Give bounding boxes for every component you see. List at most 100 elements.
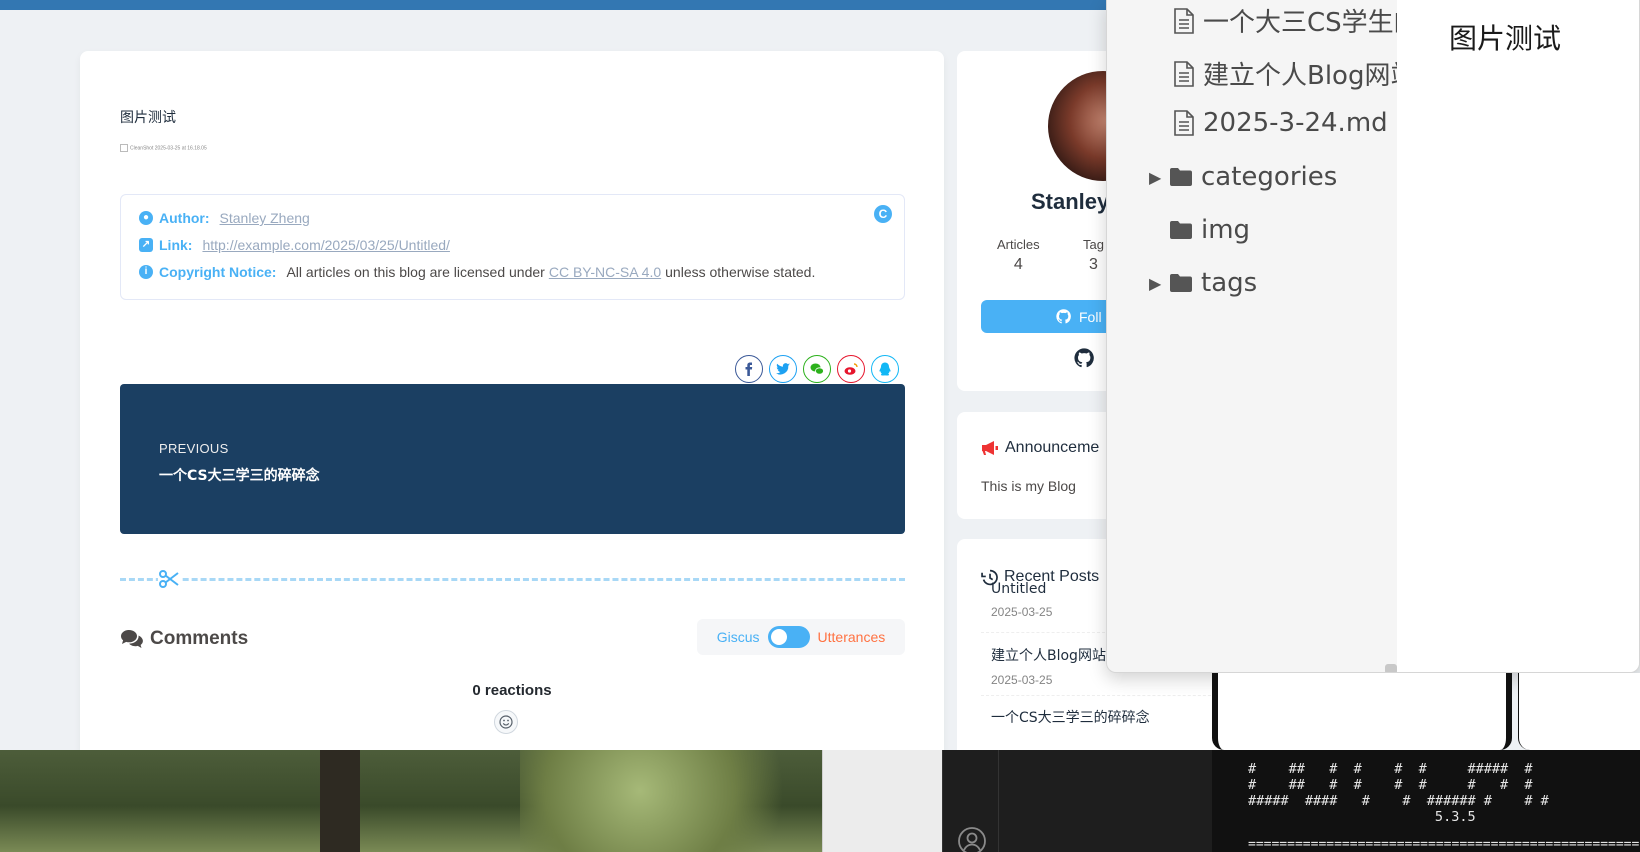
comments-title: Comments — [150, 628, 249, 649]
background-window-edge — [1212, 673, 1512, 750]
comments-heading: Comments — [120, 628, 248, 650]
recent-post-item[interactable]: 一个CS大三学三的碎碎念 — [981, 707, 1221, 727]
terminal-ascii-art: # ## # # # # ##### # # ## # # # # # # # … — [1248, 761, 1549, 825]
tree-item-label: tags — [1201, 268, 1258, 298]
file-tree-panel: 一个大三CS学生的 建立个人Blog网站 2025-3-24.md ▶ cate… — [1106, 0, 1640, 673]
info-icon: i — [139, 265, 153, 279]
weibo-icon — [844, 363, 858, 375]
caret-right-icon[interactable]: ▶ — [1149, 168, 1161, 187]
tree-item-label: 2025-3-24.md — [1203, 108, 1388, 138]
copyright-author-row: ● Author: Stanley Zheng — [139, 210, 310, 226]
broken-image: CleanShot 2025-03-25 at 16.18.05 — [120, 144, 207, 152]
recent-separator — [981, 695, 1221, 696]
announcement-text: This is my Blog — [981, 478, 1076, 494]
post-body-text: 图片测试 — [120, 110, 176, 126]
terminal-line: # ## # # # # ##### # — [1248, 761, 1533, 777]
file-tree-list: 一个大三CS学生的 建立个人Blog网站 2025-3-24.md ▶ cate… — [1107, 0, 1399, 672]
facebook-icon — [745, 362, 753, 376]
github-icon — [1056, 309, 1071, 324]
author-name: Stanley — [1031, 189, 1110, 214]
stat-label: Articles — [997, 237, 1040, 252]
tree-file-item[interactable]: 建立个人Blog网站 — [1173, 55, 1399, 92]
wechat-icon — [810, 363, 824, 375]
account-icon[interactable] — [957, 826, 987, 852]
tree-file-item[interactable]: 2025-3-24.md — [1173, 108, 1388, 138]
post-card: 图片测试 CleanShot 2025-03-25 at 16.18.05 ● … — [80, 51, 944, 750]
file-preview-pane: 图片测试 — [1397, 0, 1639, 672]
comments-icon — [121, 630, 143, 648]
stat-label: Tag — [1083, 237, 1104, 252]
copyright-badge-icon: C — [874, 205, 892, 223]
background-window-edge — [1518, 673, 1640, 750]
comment-system-switch: Giscus Utterances — [697, 619, 905, 655]
recent-post-title: 一个CS大三学三的碎碎念 — [991, 710, 1150, 726]
wechat-share-button[interactable] — [803, 355, 831, 383]
utterances-option[interactable]: Utterances — [818, 629, 886, 645]
recent-post-date: 2025-03-25 — [991, 673, 1053, 687]
terminal-line: 5.3.5 — [1248, 809, 1476, 825]
github-icon[interactable] — [1074, 348, 1094, 368]
folder-icon — [1170, 221, 1192, 239]
scissors-icon — [158, 568, 180, 590]
background-window-gap — [822, 750, 942, 852]
tree-item-label: 一个大三CS学生的 — [1203, 8, 1399, 38]
stat-value: 3 — [1089, 256, 1098, 273]
comment-system-toggle[interactable] — [767, 626, 810, 648]
copyright-notice-row: i Copyright Notice: All articles on this… — [139, 264, 815, 280]
tree-scrollbar[interactable] — [1385, 664, 1397, 672]
user-icon: ● — [139, 211, 153, 225]
file-icon — [1174, 110, 1194, 136]
link-label: Link: — [159, 237, 193, 253]
author-label: Author: — [159, 210, 210, 226]
folder-icon — [1170, 168, 1192, 186]
caret-right-icon[interactable]: ▶ — [1149, 274, 1161, 293]
qq-share-button[interactable] — [871, 355, 899, 383]
terminal-line: ##### #### # # ###### # # # — [1248, 793, 1549, 809]
post-permalink[interactable]: http://example.com/2025/03/25/Untitled/ — [202, 237, 449, 253]
announcement-heading: Announceme — [981, 439, 1099, 457]
terminal-window: # ## # # # # ##### # # ## # # # # # # # … — [1212, 750, 1640, 852]
comments-divider — [120, 578, 905, 581]
dark-app-window — [942, 750, 1212, 852]
previous-label: PREVIOUS — [159, 441, 229, 456]
notice-text-after: unless otherwise stated. — [665, 264, 816, 280]
wallpaper-photo — [0, 750, 822, 852]
file-icon — [1174, 7, 1194, 34]
file-icon — [1174, 60, 1194, 87]
tree-folder-img[interactable]: img — [1169, 215, 1250, 245]
tree-item-label: img — [1201, 215, 1251, 245]
previous-post-title: 一个CS大三学三的碎碎念 — [159, 468, 320, 484]
follow-label: Foll — [1079, 308, 1102, 325]
stat-articles[interactable]: Articles 4 — [997, 237, 1040, 274]
tree-item-label: categories — [1201, 162, 1338, 192]
announcement-title: Announceme — [1005, 439, 1100, 456]
external-link-icon: ↗ — [139, 238, 153, 252]
folder-icon — [1170, 274, 1192, 292]
broken-image-alt: CleanShot 2025-03-25 at 16.18.05 — [130, 145, 207, 152]
qq-icon — [879, 362, 891, 376]
previous-post-card[interactable]: PREVIOUS 一个CS大三学三的碎碎念 — [120, 384, 905, 534]
author-link[interactable]: Stanley Zheng — [220, 210, 310, 226]
copyright-link-row: ↗ Link: http://example.com/2025/03/25/Un… — [139, 237, 450, 253]
notice-text-before: All articles on this blog are licensed u… — [286, 264, 545, 280]
license-link[interactable]: CC BY-NC-SA 4.0 — [549, 264, 661, 280]
megaphone-icon — [982, 441, 998, 455]
tree-item-label: 建立个人Blog网站 — [1203, 61, 1399, 91]
weibo-share-button[interactable] — [837, 355, 865, 383]
tree-file-item[interactable]: 一个大三CS学生的 — [1173, 2, 1399, 39]
reactions-count: 0 reactions — [472, 682, 552, 699]
preview-document-text: 图片测试 — [1449, 22, 1562, 55]
facebook-share-button[interactable] — [735, 355, 763, 383]
share-buttons — [735, 355, 899, 383]
twitter-share-button[interactable] — [769, 355, 797, 383]
add-reaction-button[interactable] — [494, 710, 518, 734]
terminal-line: # ## # # # # # # # — [1248, 777, 1533, 793]
copyright-box: ● Author: Stanley Zheng ↗ Link: http://e… — [120, 194, 905, 300]
tree-folder-categories[interactable]: ▶ categories — [1149, 162, 1337, 192]
terminal-rule: ========================================… — [1248, 837, 1640, 852]
stat-tags[interactable]: Tag 3 — [1083, 237, 1104, 274]
stat-value: 4 — [1013, 256, 1023, 273]
tree-folder-tags[interactable]: ▶ tags — [1149, 268, 1257, 298]
giscus-option[interactable]: Giscus — [717, 629, 760, 645]
smiley-icon — [499, 715, 513, 729]
